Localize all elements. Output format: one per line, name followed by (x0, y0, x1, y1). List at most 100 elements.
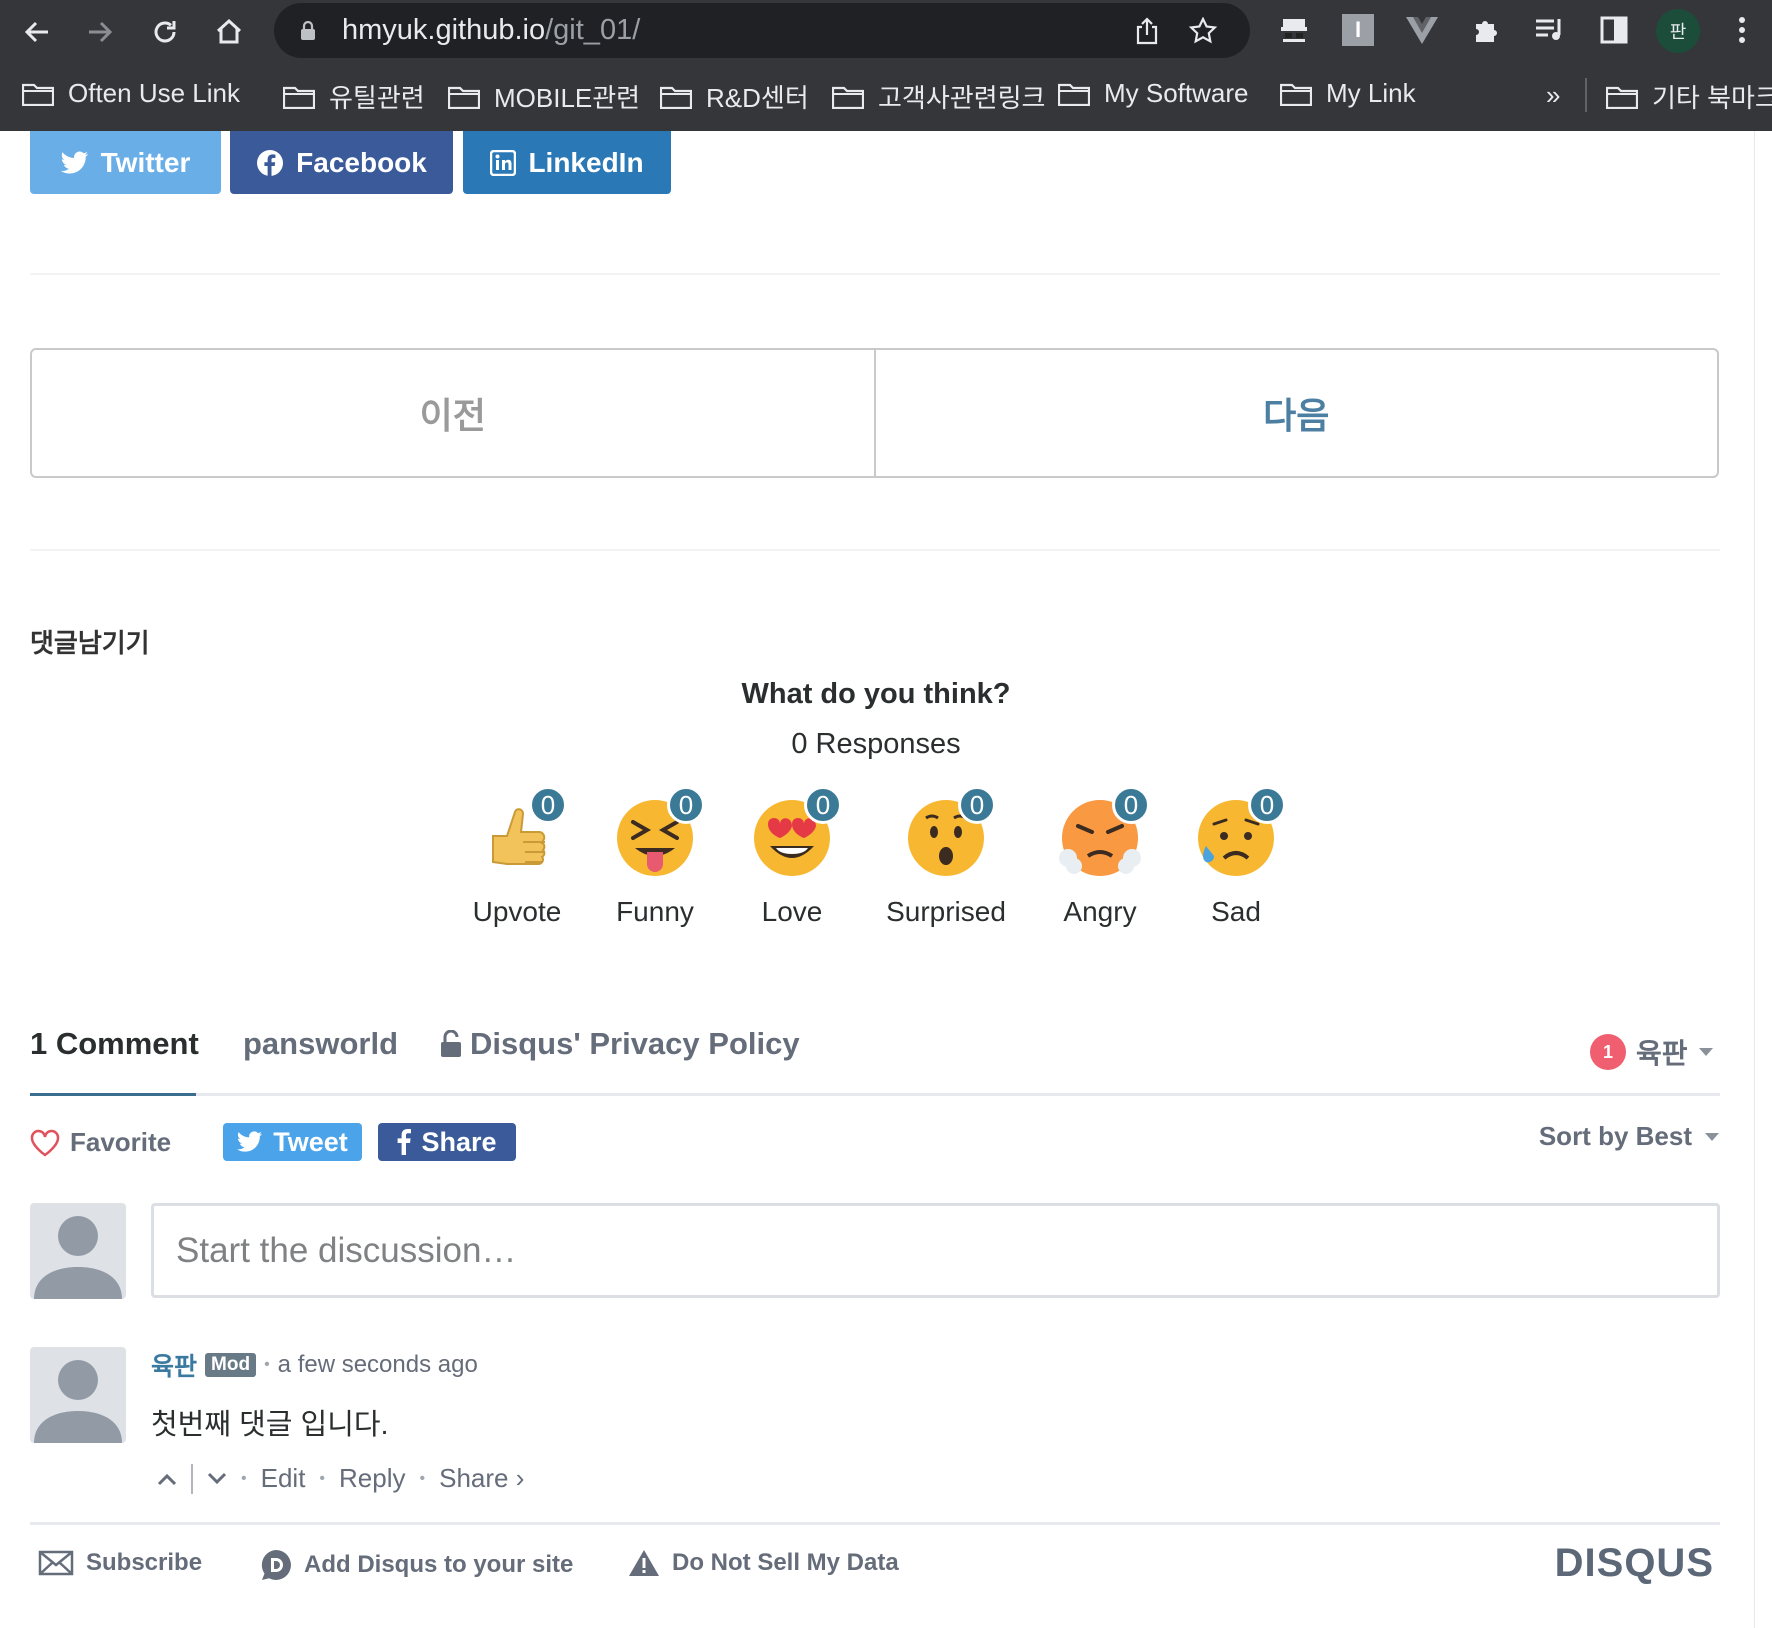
share-page-button[interactable] (1130, 14, 1164, 48)
caret-down-icon (1705, 1132, 1719, 1141)
next-post-button[interactable]: 다음 (876, 350, 1718, 476)
bookmark-rnd[interactable]: R&D센터 (660, 78, 809, 115)
upvote-chevron-icon[interactable] (157, 1472, 177, 1486)
twitter-share-button[interactable]: Twitter (30, 131, 221, 194)
reaction-count-badge: 0 (804, 786, 842, 824)
side-panel-button[interactable] (1594, 10, 1634, 50)
folder-icon (1280, 83, 1312, 106)
page-content: Twitter Facebook LinkedIn 이전 다음 댓글남기기 Wh… (0, 131, 1772, 1628)
browser-chrome: hmyuk.github.io/git_01/ I 판 Often Use Li… (0, 0, 1772, 131)
reaction-upvote[interactable]: 0 Upvote (447, 786, 587, 928)
bookmark-util[interactable]: 유틸관련 (283, 78, 425, 115)
twitter-bird-icon (237, 1131, 263, 1152)
browser-menu-button[interactable] (1722, 10, 1762, 50)
caret-down-icon (1698, 1048, 1713, 1056)
address-bar[interactable]: hmyuk.github.io/git_01/ (274, 3, 1250, 58)
tab-comments[interactable]: 1 Comment (30, 1026, 199, 1062)
profile-avatar[interactable]: 판 (1656, 9, 1700, 53)
bookmarks-overflow-button[interactable]: » (1546, 80, 1560, 111)
edit-link[interactable]: Edit (261, 1463, 306, 1494)
heart-eyes-icon: 0 (750, 786, 842, 880)
notification-badge[interactable]: 1 (1590, 1034, 1626, 1070)
comment-body: 첫번째 댓글 입니다. (151, 1409, 389, 1441)
mod-badge: Mod (205, 1353, 257, 1377)
padlock-icon (441, 1030, 461, 1057)
prev-post-button[interactable]: 이전 (32, 350, 876, 476)
share-icon (1136, 17, 1158, 45)
bookmark-star-button[interactable] (1186, 14, 1220, 48)
reload-icon (154, 21, 176, 43)
add-disqus-link[interactable]: Add Disqus to your site (260, 1549, 573, 1581)
reaction-sad[interactable]: 0 Sad (1166, 786, 1306, 928)
folder-icon (660, 86, 692, 109)
reload-button[interactable] (143, 10, 187, 54)
spy-extension-icon (1281, 19, 1307, 42)
comment-author-avatar[interactable] (30, 1347, 126, 1443)
side-panel-icon (1600, 16, 1628, 44)
divider (30, 273, 1720, 275)
back-arrow-icon (24, 21, 48, 43)
forward-button[interactable] (78, 10, 122, 54)
envelope-icon (38, 1550, 74, 1576)
separator-dot: • (264, 1356, 270, 1373)
home-button[interactable] (207, 10, 251, 54)
tab-privacy-policy[interactable]: Disqus' Privacy Policy (440, 1026, 800, 1062)
media-list-icon (1536, 19, 1561, 40)
facebook-icon (257, 149, 284, 176)
home-icon (216, 18, 242, 44)
reaction-surprised[interactable]: 0 Surprised (876, 786, 1016, 928)
back-button[interactable] (15, 10, 59, 54)
tab-community[interactable]: pansworld (243, 1026, 398, 1062)
comment-author[interactable]: 육판 (151, 1347, 197, 1383)
facebook-share-button[interactable]: Facebook (230, 131, 453, 194)
sort-dropdown[interactable]: Sort by Best (1539, 1121, 1720, 1152)
facebook-share-pill[interactable]: Share (378, 1123, 516, 1161)
downvote-chevron-icon[interactable] (207, 1472, 227, 1486)
reply-link[interactable]: Reply (339, 1463, 405, 1494)
comment-timestamp[interactable]: a few seconds ago (278, 1351, 478, 1379)
extension-i-button[interactable]: I (1338, 10, 1378, 50)
bookmark-other[interactable]: 기타 북마크 (1606, 78, 1772, 115)
bookmark-often-use-link[interactable]: Often Use Link (22, 78, 240, 109)
warning-triangle-icon (629, 1550, 659, 1576)
share-link[interactable]: Share › (439, 1463, 524, 1494)
disqus-nav: 1 Comment pansworld Disqus' Privacy Poli… (30, 1026, 1720, 1078)
do-not-sell-link[interactable]: Do Not Sell My Data (628, 1549, 899, 1577)
active-tab-indicator (30, 1093, 196, 1096)
disqus-logo[interactable]: DISQUS (1555, 1541, 1714, 1586)
bookmark-my-software[interactable]: My Software (1058, 78, 1249, 109)
user-silhouette-icon (34, 1216, 122, 1299)
disqus-d-icon (261, 1550, 291, 1580)
bookmark-customer[interactable]: 고객사관련링크 (832, 78, 1045, 115)
comment-actions: • Edit • Reply • Share › (151, 1463, 524, 1494)
user-menu[interactable]: 1 육판 (1590, 1032, 1714, 1072)
linkedin-share-button[interactable]: LinkedIn (463, 131, 671, 194)
vote-divider (191, 1463, 193, 1494)
reaction-count-badge: 0 (529, 786, 567, 824)
bookmark-my-link[interactable]: My Link (1280, 78, 1416, 109)
sad-face-icon: 0 (1194, 786, 1286, 880)
comment-post: 육판 Mod • a few seconds ago 첫번째 댓글 입니다. •… (151, 1347, 524, 1494)
extension-vue-button[interactable] (1402, 10, 1442, 50)
reactions-title: What do you think? (741, 678, 1011, 710)
reading-list-button[interactable] (1530, 10, 1570, 50)
bookmarks-divider (1585, 78, 1587, 112)
reaction-love[interactable]: 0 Love (722, 786, 862, 928)
tabs-underline (30, 1093, 1720, 1096)
thread-toolbar: Favorite Tweet Share Sort by Best (30, 1121, 1720, 1161)
favorite-button[interactable]: Favorite (30, 1127, 171, 1158)
reaction-angry[interactable]: 0 Angry (1030, 786, 1170, 928)
disqus-footer: Subscribe Add Disqus to your site Do Not… (36, 1541, 1720, 1591)
subscribe-link[interactable]: Subscribe (38, 1549, 202, 1577)
post-pagination: 이전 다음 (30, 348, 1719, 478)
comment-input[interactable]: Start the discussion… (151, 1203, 1720, 1298)
reaction-count-badge: 0 (1248, 786, 1286, 824)
bookmark-mobile[interactable]: MOBILE관련 (448, 78, 640, 115)
extensions-button[interactable] (1466, 10, 1506, 50)
tweet-button[interactable]: Tweet (223, 1123, 362, 1161)
reaction-count-badge: 0 (958, 786, 996, 824)
extension-spy-button[interactable] (1274, 10, 1314, 50)
reaction-funny[interactable]: 0 Funny (585, 786, 725, 928)
linkedin-icon (490, 149, 517, 176)
forward-arrow-icon (89, 21, 113, 43)
